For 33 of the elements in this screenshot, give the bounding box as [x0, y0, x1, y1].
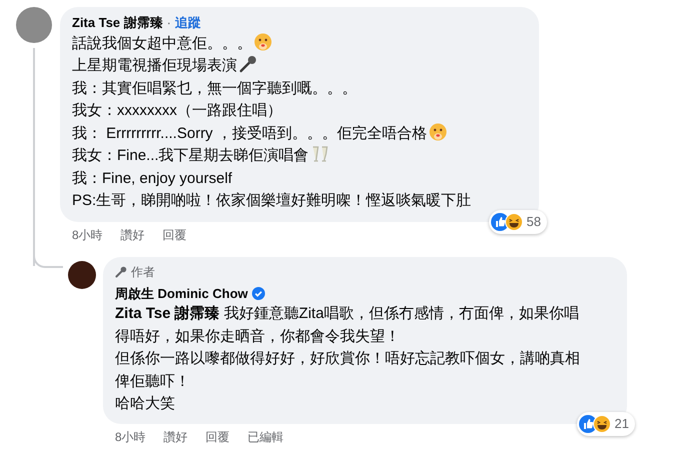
comment-text-line: 我女：xxxxxxxx（一路跟住唱）: [72, 101, 283, 121]
comment-action-link[interactable]: 讚好: [120, 226, 145, 244]
author-name[interactable]: Zita Tse 謝霈臻: [72, 13, 163, 32]
comment-text-line: 我：Fine, enjoy yourself: [72, 168, 234, 188]
microphone-emoji-icon: [239, 55, 257, 73]
comment-text-line: 我： Errrrrrrrr....Sorry ，接受唔到。。。佢完全唔合格: [72, 122, 527, 145]
laughing-face-icon: [504, 212, 523, 231]
reactions-badge[interactable]: 58: [488, 210, 547, 234]
comment-text-line: 上星期電視播佢現場表演: [72, 55, 527, 78]
reaction-count: 21: [614, 415, 629, 433]
comment-action-link[interactable]: 讚好: [164, 428, 188, 446]
laughing-face-icon: [592, 414, 611, 433]
comment-text-line: 我：其實佢唱緊乜，無一個字聽到嘅。。。: [72, 78, 358, 98]
follow-link[interactable]: 追蹤: [175, 13, 202, 32]
reply-text: Zita Tse 謝霈臻 我好鍾意聽Zita唱歌，但係冇感情，冇面俾，如果你唱得唔好，如果你走晒音，你都會令我失望！: [115, 304, 580, 346]
reply-text: 但係你一路以嚟都做得好好，好欣賞你！唔好忘記教吓個女，講啲真相俾佢聽吓！: [115, 349, 581, 392]
comment-time[interactable]: 8小時: [72, 226, 103, 244]
reaction-count: 58: [526, 213, 541, 231]
edited-label: 已編輯: [248, 428, 284, 446]
comment-time[interactable]: 8小時: [115, 428, 146, 446]
author-name[interactable]: 周啟生 Dominic Chow: [115, 284, 248, 303]
comment-text-line: 我女：Fine...我下星期去睇佢演唱會: [72, 145, 527, 168]
avatar[interactable]: [68, 260, 96, 288]
microphone-icon: [115, 266, 127, 278]
author-label: 作者: [131, 264, 155, 280]
comment-text-line: PS:生哥，睇開啲啦！依家個樂壇好難明㗎！慳返啖氣暖下肚: [72, 191, 472, 211]
comment-action-link[interactable]: 回覆: [162, 226, 187, 244]
reply-text: 哈哈大笑: [115, 394, 176, 414]
comment-action-link[interactable]: 回覆: [206, 428, 230, 446]
reactions-badge[interactable]: 21: [576, 412, 635, 436]
comment-text-line: 話說我個女超中意佢。。。: [72, 32, 527, 55]
champagne-glasses-emoji-icon: [310, 145, 329, 163]
separator-dot: ·: [166, 14, 172, 32]
